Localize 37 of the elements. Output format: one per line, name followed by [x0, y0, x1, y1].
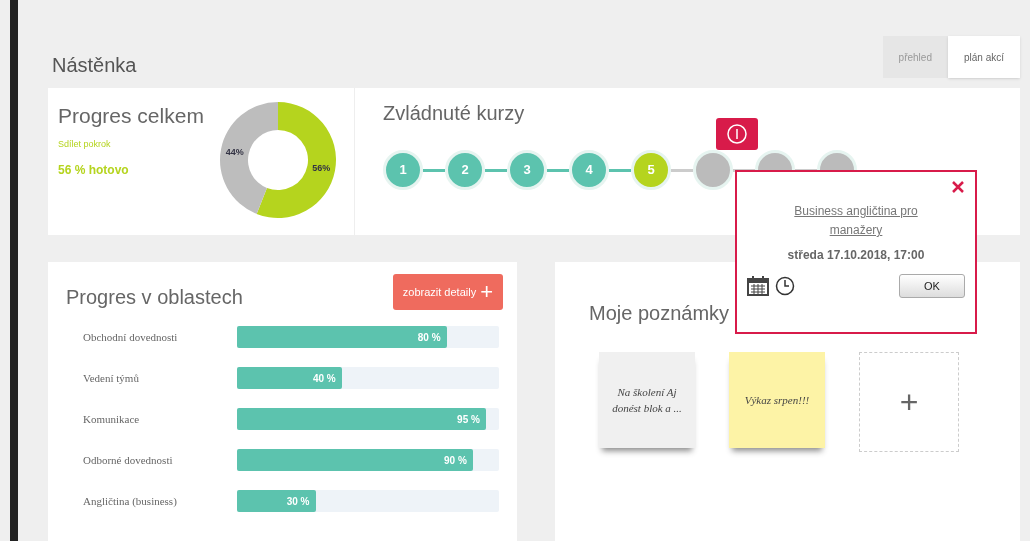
- course-step[interactable]: 3: [507, 150, 547, 190]
- add-note-button[interactable]: +: [859, 352, 959, 452]
- share-link[interactable]: Sdílet pokrok: [58, 137, 218, 151]
- event-date: středa 17.10.2018, 17:00: [786, 247, 926, 264]
- course-link[interactable]: Business angličtina pro manažery: [791, 202, 921, 240]
- close-icon[interactable]: [951, 180, 965, 194]
- card-title: Progres v oblastech: [66, 285, 243, 310]
- slice-label: 56%: [312, 163, 331, 174]
- card-title: Moje poznámky: [589, 301, 731, 326]
- progress-fill: 30 %: [236, 490, 316, 512]
- card-title: Progres celkem: [58, 103, 205, 129]
- progress-fill: 40 %: [236, 367, 342, 389]
- area-label: Komunikace: [83, 411, 141, 427]
- sticky-note: Na školení Aj donést blok a ...: [599, 352, 695, 448]
- area-label: Obchodní dovednosti: [83, 329, 179, 345]
- area-label: Angličtina (business): [83, 493, 178, 509]
- slice-label: 44%: [225, 146, 244, 157]
- progress-fill: 95 %: [236, 408, 486, 430]
- progress-summary: 56 % hotovo: [58, 162, 130, 179]
- progress-fill: 80 %: [236, 326, 447, 348]
- info-badge[interactable]: [716, 118, 758, 150]
- card-title: Zvládnuté kurzy: [383, 101, 526, 126]
- area-label: Odborné dovednosti: [83, 452, 174, 468]
- page-title: Nástěnka: [51, 53, 137, 78]
- info-icon: [726, 123, 748, 145]
- calendar-icon[interactable]: [747, 276, 769, 296]
- course-step[interactable]: 1: [383, 150, 423, 190]
- area-label: Vedení týmů: [83, 370, 140, 386]
- tab[interactable]: přehled: [882, 36, 948, 78]
- tab[interactable]: plán akcí: [947, 36, 1020, 78]
- course-step[interactable]: 5: [631, 150, 671, 190]
- sticky-note: Výkaz srpen!!!: [729, 352, 825, 448]
- progress-fill: 90 %: [236, 449, 473, 471]
- course-step[interactable]: 4: [569, 150, 609, 190]
- ok-button[interactable]: OK: [899, 274, 965, 298]
- clock-icon[interactable]: [775, 276, 795, 296]
- course-step[interactable]: 2: [445, 150, 485, 190]
